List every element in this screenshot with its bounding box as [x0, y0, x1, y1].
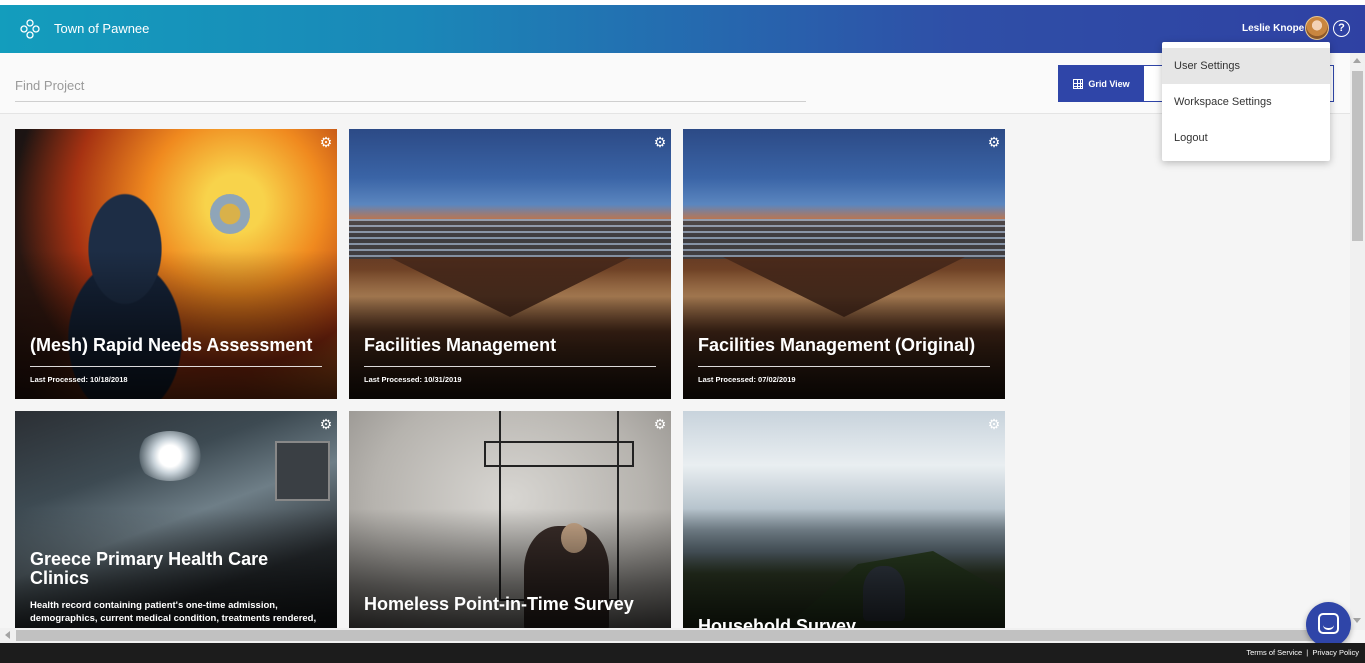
- project-card[interactable]: ⚙ Facilities Management Last Processed: …: [349, 129, 671, 399]
- gear-icon[interactable]: ⚙: [319, 417, 333, 431]
- project-title: Facilities Management (Original): [698, 335, 976, 355]
- grid-view-button[interactable]: Grid View: [1059, 66, 1144, 101]
- project-title: Homeless Point-in-Time Survey: [364, 594, 634, 614]
- gear-icon[interactable]: ⚙: [653, 417, 667, 431]
- terms-link[interactable]: Terms of Service: [1246, 648, 1302, 657]
- find-project-input[interactable]: [15, 70, 806, 102]
- scroll-up-icon[interactable]: [1353, 58, 1361, 63]
- divider: [30, 366, 322, 367]
- gear-icon[interactable]: ⚙: [653, 135, 667, 149]
- project-description: Health record containing patient's one-t…: [30, 600, 317, 624]
- app-logo-icon[interactable]: [20, 19, 40, 39]
- user-menu: User Settings Workspace Settings Logout: [1162, 42, 1330, 161]
- avatar[interactable]: [1305, 16, 1329, 40]
- user-name[interactable]: Leslie Knope: [1242, 23, 1304, 34]
- grid-view-label: Grid View: [1088, 78, 1130, 89]
- last-processed: Last Processed: 10/31/2019: [364, 375, 462, 384]
- scroll-thumb[interactable]: [16, 630, 1334, 641]
- project-toolbar: Grid View: [0, 53, 1350, 114]
- vertical-scrollbar[interactable]: [1350, 53, 1365, 630]
- help-icon[interactable]: ?: [1333, 20, 1350, 37]
- app-header: Town of Pawnee Leslie Knope ?: [0, 5, 1365, 53]
- last-processed: Last Processed: 07/02/2019: [698, 375, 796, 384]
- menu-item-logout[interactable]: Logout: [1162, 120, 1330, 156]
- app-title[interactable]: Town of Pawnee: [54, 21, 149, 36]
- divider: [364, 366, 656, 367]
- project-card[interactable]: ⚙ Facilities Management (Original) Last …: [683, 129, 1005, 399]
- divider: [698, 366, 990, 367]
- horizontal-scrollbar[interactable]: [0, 628, 1350, 643]
- project-card[interactable]: ⚙ Homeless Point-in-Time Survey: [349, 411, 671, 628]
- menu-item-user-settings[interactable]: User Settings: [1162, 48, 1330, 84]
- chat-button[interactable]: [1306, 602, 1351, 647]
- footer-separator: |: [1306, 648, 1309, 657]
- scroll-thumb[interactable]: [1352, 71, 1363, 241]
- chat-icon: [1318, 613, 1339, 634]
- gear-icon[interactable]: ⚙: [319, 135, 333, 149]
- project-card[interactable]: ⚙ (Mesh) Rapid Needs Assessment Last Pro…: [15, 129, 337, 399]
- menu-item-workspace-settings[interactable]: Workspace Settings: [1162, 84, 1330, 120]
- project-title: Household Survey: [698, 616, 857, 629]
- project-title: Greece Primary Health Care Clinics: [30, 549, 269, 588]
- project-card[interactable]: ⚙ Household Survey: [683, 411, 1005, 628]
- project-card[interactable]: ⚙ Greece Primary Health Care Clinics Hea…: [15, 411, 337, 628]
- gear-icon[interactable]: ⚙: [987, 135, 1001, 149]
- grid-icon: [1073, 78, 1084, 89]
- scroll-left-icon[interactable]: [5, 631, 10, 639]
- scroll-down-icon[interactable]: [1353, 618, 1361, 623]
- last-processed: Last Processed: 10/18/2018: [30, 375, 128, 384]
- project-title: (Mesh) Rapid Needs Assessment: [30, 335, 313, 355]
- footer: Terms of Service | Privacy Policy: [0, 643, 1365, 663]
- gear-icon[interactable]: ⚙: [987, 417, 1001, 431]
- privacy-link[interactable]: Privacy Policy: [1312, 648, 1359, 657]
- project-title: Facilities Management: [364, 335, 557, 355]
